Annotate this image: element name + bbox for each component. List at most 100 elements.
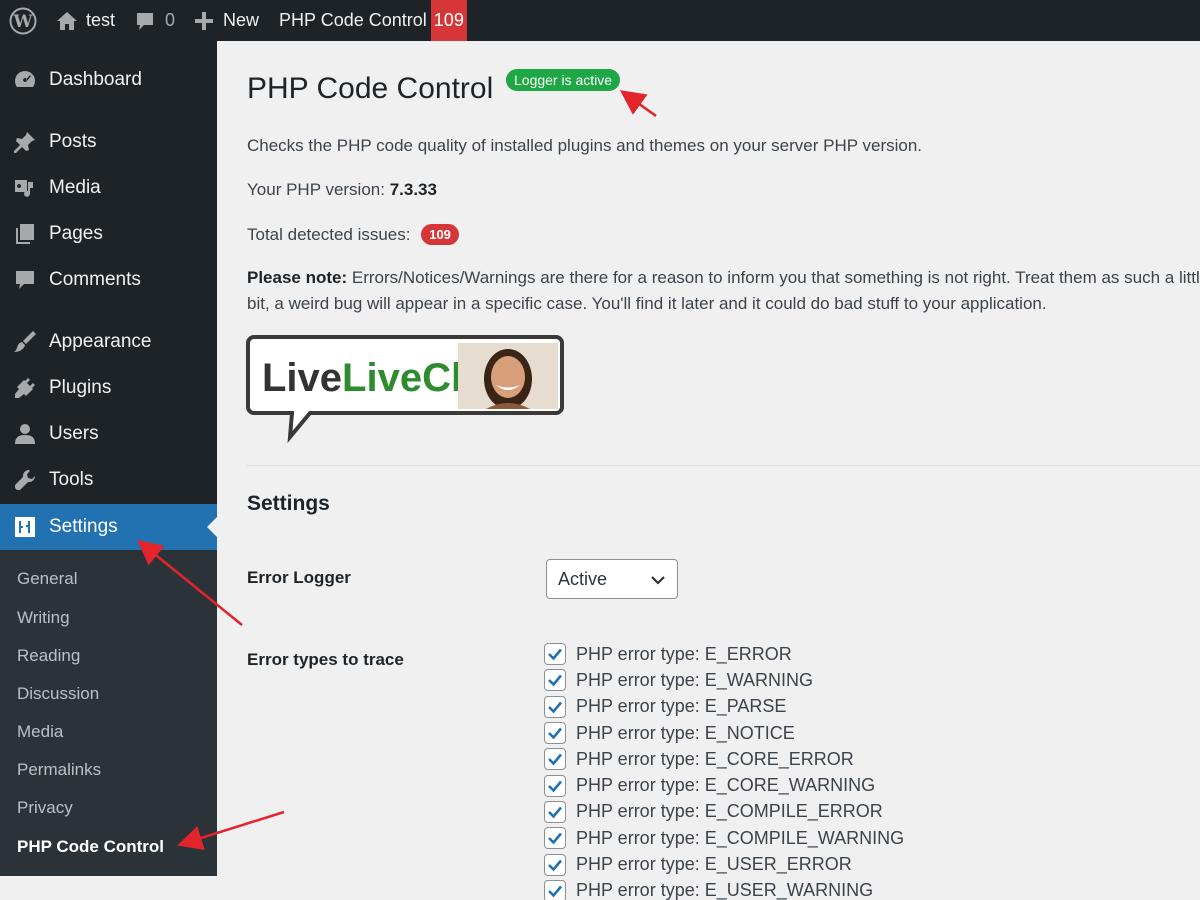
sidebar-item-posts[interactable]: Posts <box>0 119 217 165</box>
settings-section-title: Settings <box>247 492 330 515</box>
error-type-label: PHP error type: E_NOTICE <box>576 722 795 743</box>
comments-link[interactable]: 0 <box>125 0 185 41</box>
error-type-row: PHP error type: E_COMPILE_ERROR <box>544 799 904 825</box>
error-type-checkbox[interactable] <box>544 695 566 718</box>
checkmark-icon <box>548 675 562 687</box>
dashboard-icon <box>12 67 38 93</box>
section-divider <box>247 465 1200 466</box>
chevron-down-icon <box>651 576 665 585</box>
comments-count: 0 <box>165 10 176 30</box>
sidebar-item-label: Plugins <box>49 377 112 398</box>
livechat-banner[interactable]: LiveLiveChat <box>246 333 566 443</box>
plug-icon <box>12 375 38 401</box>
checkmark-icon <box>548 780 562 793</box>
submenu-item-php-code-control[interactable]: PHP Code Control <box>17 837 164 857</box>
error-type-row: PHP error type: E_USER_WARNING <box>544 878 904 900</box>
wordpress-logo-button[interactable]: W <box>0 0 46 41</box>
error-type-row: PHP error type: E_NOTICE <box>544 720 904 746</box>
error-type-label: PHP error type: E_CORE_WARNING <box>576 775 876 796</box>
sidebar-item-tools[interactable]: Tools <box>0 457 217 503</box>
php-version-label: Your PHP version: <box>247 180 385 199</box>
php-version-line: Your PHP version: 7.3.33 <box>247 180 437 200</box>
logger-status-pill: Logger is active <box>506 69 621 91</box>
sidebar-item-settings[interactable]: Settings <box>0 504 217 550</box>
submenu-item-general[interactable]: General <box>17 569 77 589</box>
new-label: New <box>223 10 260 30</box>
checkmark-icon <box>548 859 562 871</box>
sidebar-item-label: Dashboard <box>49 69 142 90</box>
error-logger-selected-value: Active <box>558 568 608 589</box>
please-note-paragraph: Please note: Errors/Notices/Warnings are… <box>247 265 1200 317</box>
issues-count-badge: 109 <box>421 224 459 245</box>
media-icon <box>12 175 38 201</box>
home-icon <box>57 11 77 30</box>
pages-icon <box>12 221 38 247</box>
checkmark-icon <box>548 806 562 819</box>
new-content-button[interactable]: New <box>185 0 269 41</box>
note-text: Errors/Notices/Warnings are there for a … <box>247 268 1200 313</box>
sidebar-item-pages[interactable]: Pages <box>0 211 217 257</box>
settings-submenu: General Writing Reading Discussion Media… <box>0 550 217 876</box>
sidebar-item-label: Comments <box>49 269 141 290</box>
error-type-label: PHP error type: E_COMPILE_ERROR <box>576 801 883 822</box>
checkmark-icon <box>548 885 562 898</box>
checkmark-icon <box>548 648 562 661</box>
sidebar-item-dashboard[interactable]: Dashboard <box>0 57 217 103</box>
error-type-checkbox[interactable] <box>544 774 566 797</box>
issues-label: Total detected issues: <box>247 225 411 244</box>
brush-icon <box>12 329 38 355</box>
submenu-item-permalinks[interactable]: Permalinks <box>17 760 101 780</box>
plugin-description: Checks the PHP code quality of installed… <box>247 136 923 155</box>
error-types-label: Error types to trace <box>247 650 404 669</box>
error-type-checkbox[interactable] <box>544 669 566 692</box>
submenu-item-discussion[interactable]: Discussion <box>17 684 99 704</box>
sidebar-item-media[interactable]: Media <box>0 165 217 211</box>
error-type-label: PHP error type: E_USER_ERROR <box>576 854 852 875</box>
error-types-checklist: PHP error type: E_ERROR PHP error type: … <box>544 641 904 900</box>
error-type-checkbox[interactable] <box>544 800 566 823</box>
sidebar-item-users[interactable]: Users <box>0 411 217 457</box>
note-label: Please note: <box>247 268 348 287</box>
error-type-checkbox[interactable] <box>544 879 566 900</box>
sidebar-item-appearance[interactable]: Appearance <box>0 319 217 365</box>
site-name-link[interactable]: test <box>46 0 125 41</box>
page-title: PHP Code Control <box>247 72 494 105</box>
submenu-item-media[interactable]: Media <box>17 722 63 742</box>
submenu-item-reading[interactable]: Reading <box>17 646 80 666</box>
error-type-checkbox[interactable] <box>544 748 566 771</box>
error-type-label: PHP error type: E_USER_WARNING <box>576 880 874 900</box>
error-type-label: PHP error type: E_COMPILE_WARNING <box>576 827 905 848</box>
sidebar-item-label: Tools <box>49 469 94 490</box>
error-type-checkbox[interactable] <box>544 643 566 666</box>
sidebar-item-label: Settings <box>49 516 118 537</box>
wordpress-logo-icon: W <box>9 7 37 34</box>
sidebar-item-label: Appearance <box>49 331 152 352</box>
user-icon <box>12 421 38 447</box>
sidebar-item-label: Users <box>49 423 99 444</box>
submenu-item-privacy[interactable]: Privacy <box>17 798 73 818</box>
comment-bubble-icon <box>137 12 154 30</box>
sidebar-item-plugins[interactable]: Plugins <box>0 365 217 411</box>
checkmark-icon <box>548 832 562 845</box>
php-code-control-adminbar-link[interactable]: PHP Code Control 109 <box>269 0 467 41</box>
sidebar-item-comments[interactable]: Comments <box>0 257 217 303</box>
error-logger-select[interactable]: Active <box>546 559 678 599</box>
error-logger-label: Error Logger <box>247 568 351 587</box>
submenu-item-writing[interactable]: Writing <box>17 608 70 628</box>
plus-icon <box>195 11 214 30</box>
admin-sidebar: Dashboard Posts Media Pages Comments App… <box>0 41 217 876</box>
error-type-row: PHP error type: E_CORE_WARNING <box>544 772 904 798</box>
error-type-row: PHP error type: E_ERROR <box>544 641 904 667</box>
svg-text:W: W <box>12 12 33 32</box>
error-type-row: PHP error type: E_PARSE <box>544 694 904 720</box>
sidebar-item-label: Media <box>49 177 101 198</box>
error-type-checkbox[interactable] <box>544 722 566 745</box>
settings-icon <box>12 514 38 540</box>
issues-line: Total detected issues: 109 <box>247 224 459 245</box>
sidebar-item-label: Posts <box>49 131 97 152</box>
comment-icon <box>12 267 38 293</box>
error-type-row: PHP error type: E_USER_ERROR <box>544 851 904 877</box>
checkmark-icon <box>548 701 562 714</box>
error-type-checkbox[interactable] <box>544 827 566 850</box>
error-type-checkbox[interactable] <box>544 853 566 876</box>
